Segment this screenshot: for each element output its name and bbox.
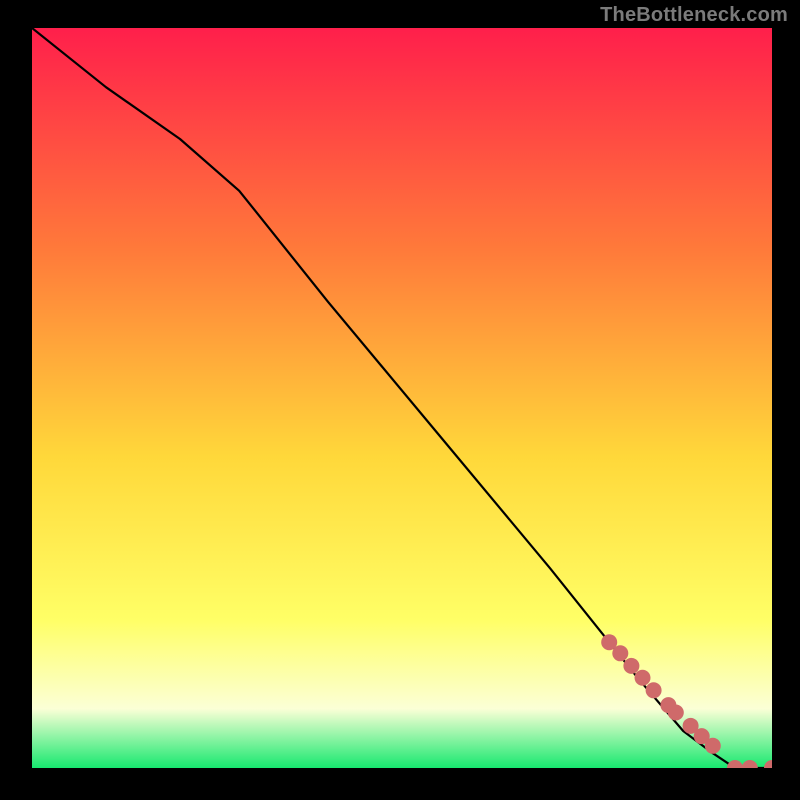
watermark-text: TheBottleneck.com [600,4,788,27]
chart-frame: TheBottleneck.com [0,0,800,800]
plot-area [32,28,772,768]
curve-marker [623,658,639,674]
curve-marker [646,682,662,698]
plot-svg [32,28,772,768]
curve-marker [705,738,721,754]
curve-marker [612,645,628,661]
curve-marker [635,670,651,686]
gradient-background [32,28,772,768]
curve-marker [668,705,684,721]
